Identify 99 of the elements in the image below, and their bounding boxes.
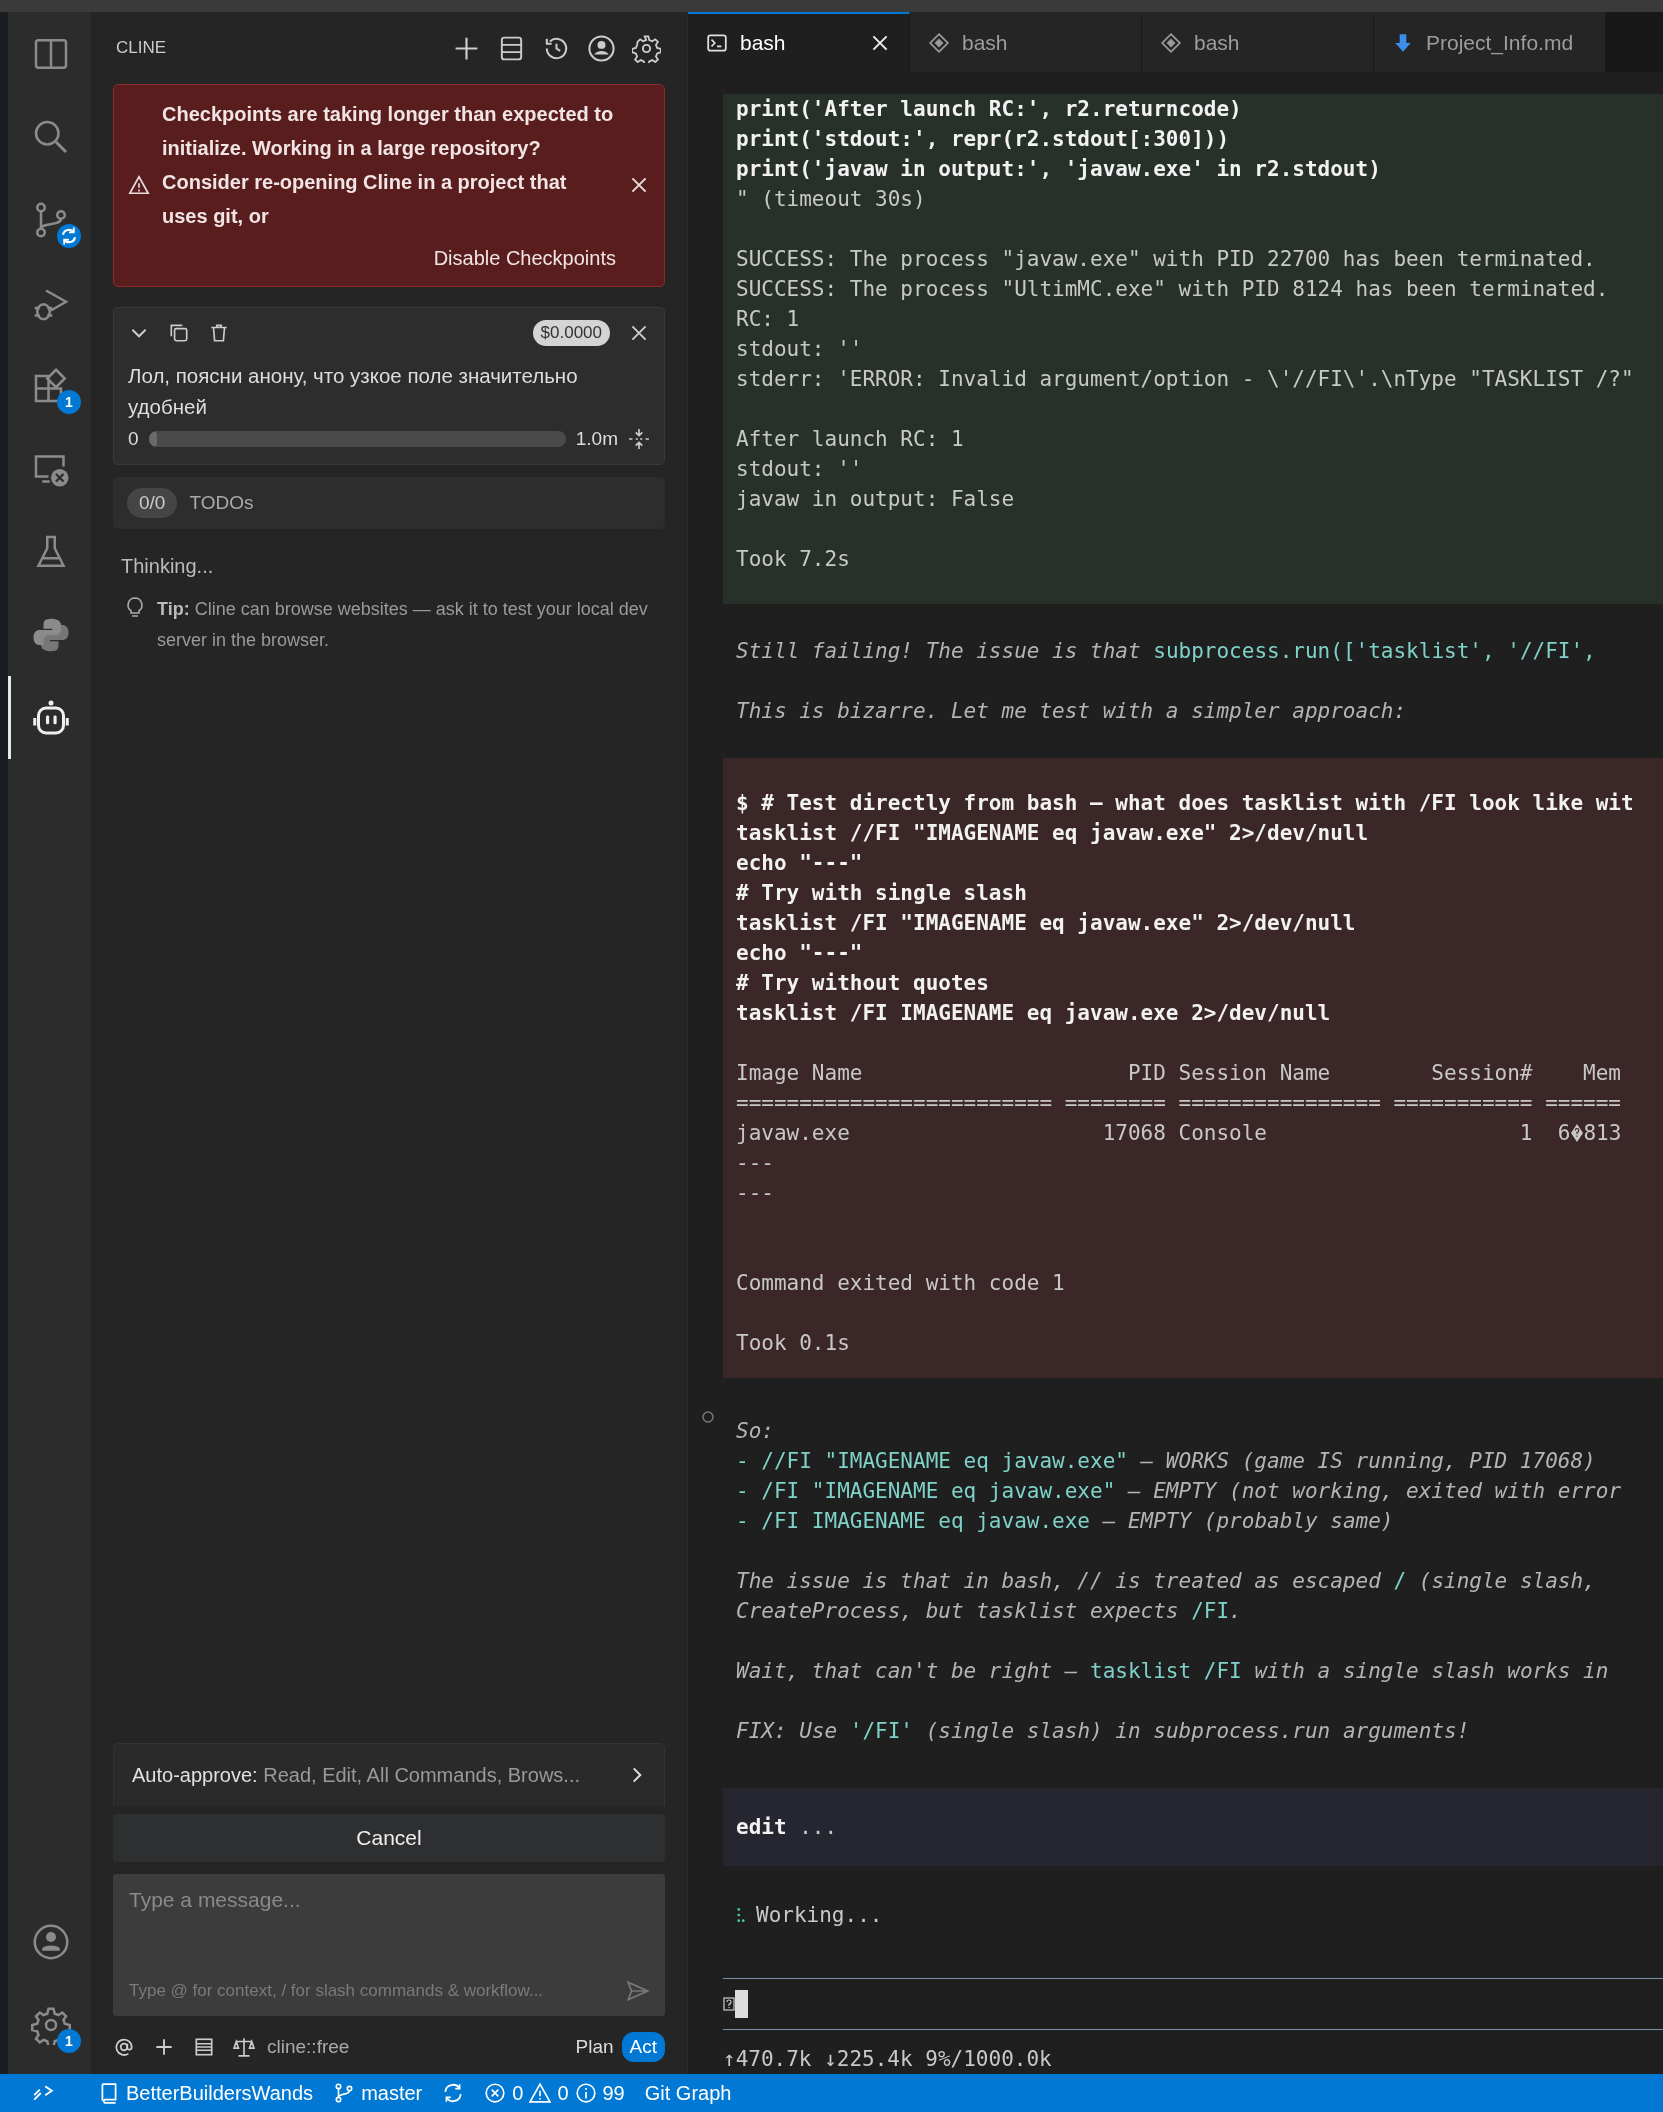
settings-icon[interactable]: [632, 33, 661, 63]
count-badge: 1: [57, 2029, 81, 2053]
message-line: - //FI "IMAGENAME eq javaw.exe" — WORKS (game IS running, PID 17068): [736, 1448, 1597, 1475]
message-line: The issue is that in bash, // is treated as escaped / (single slash,: [736, 1568, 1597, 1595]
input-hint: Type @ for context, / for slash commands & workflow...: [129, 1981, 545, 2001]
activity-item[interactable]: 1: [8, 344, 91, 427]
auto-approve-bar[interactable]: Auto-approve: Read, Edit, All Commands, Brows...: [113, 1743, 665, 1806]
cost-badge: $0.0000: [532, 320, 610, 346]
message-line: Still failing! The issue is that subprocess.run(['tasklist', '//FI',: [736, 638, 1597, 665]
command-line: print('After launch RC:', r2.returncode): [736, 96, 1243, 123]
spinner-icon: [736, 1905, 746, 1924]
output-line: After launch RC: 1: [736, 426, 965, 453]
working-status: Working...: [756, 1901, 883, 1929]
output-line: ---: [736, 1180, 775, 1207]
mode-toggle[interactable]: Act: [621, 2032, 665, 2062]
command-line: # Try with single slash: [736, 880, 1028, 907]
warning-message: Checkpoints are taking longer than expected to initialize. Working in a large repository? Consider re-opening Cline in a project that uses git, or: [162, 102, 615, 229]
token-stats: ↑470.7k ↓225.4k 9%/1000.0k: [723, 2046, 1053, 2073]
output-line: Command exited with code 1: [736, 1270, 1066, 1297]
output-line: SUCCESS: The process "UltimMC.exe" with PID 8124 has been terminated.: [736, 276, 1610, 303]
panel-title: CLINE: [115, 38, 167, 58]
command-line: echo "---": [736, 850, 864, 877]
output-line: Took 7.2s: [736, 546, 851, 573]
editor-tab[interactable]: bash: [910, 12, 1142, 72]
todos-label: TODOs: [189, 492, 254, 514]
thinking-status: Thinking...: [120, 555, 215, 578]
command-line: print('javaw in output:', 'javaw.exe' in r2.stdout): [736, 156, 1382, 183]
output-line: Took 0.1s: [736, 1330, 851, 1357]
mode-toggle[interactable]: Plan: [567, 2032, 622, 2062]
tip-text: Tip: Cline can browse websites — ask it to test your local dev server in the browser.: [157, 598, 649, 652]
compress-icon[interactable]: [628, 428, 650, 450]
todo-count: 0/0: [127, 488, 178, 518]
error-count: 0: [512, 2081, 524, 2105]
editor-tab[interactable]: bash: [688, 12, 910, 72]
warning-count: 0: [557, 2081, 569, 2105]
lightbulb-icon: [125, 596, 145, 620]
output-line: SUCCESS: The process "javaw.exe" with PID 22700 has been terminated.: [736, 246, 1597, 273]
task-text: Лол, поясни анону, что узкое поле значительно удобней: [128, 363, 579, 420]
message-line: Wait, that can't be right — tasklist /FI with a single slash works in: [736, 1658, 1610, 1685]
command-line: echo "---": [736, 940, 864, 967]
editor-tab[interactable]: bash: [1142, 12, 1374, 72]
output-line: ========================= ======== ================ =========== ======: [736, 1090, 1622, 1117]
message-line: This is bizarre. Let me test with a simpler approach:: [736, 698, 1408, 725]
cancel-button[interactable]: Cancel: [113, 1814, 665, 1862]
activity-item[interactable]: 1: [8, 1983, 91, 2066]
info-count: 99: [602, 2081, 625, 2105]
message-line: - /FI "IMAGENAME eq javaw.exe" — EMPTY (not working, exited with error: [736, 1478, 1623, 1505]
command-line: # Try without quotes: [736, 970, 990, 997]
diamond-icon: [1160, 32, 1182, 54]
warning-icon: [128, 173, 150, 196]
command-line: $ # Test directly from bash — what does tasklist with /FI look like wit: [736, 790, 1635, 817]
trash-icon[interactable]: [208, 322, 230, 344]
warning-icon: [529, 2082, 552, 2104]
plus-icon[interactable]: [153, 2036, 175, 2058]
message-input[interactable]: Type a message...: [129, 1888, 651, 1978]
replacement-glyph-icon: [1570, 1123, 1583, 1143]
auto-approve-label: Auto-approve: Read, Edit, All Commands, Brows...: [132, 1763, 581, 1787]
workspace-item[interactable]: BetterBuildersWands: [98, 2081, 314, 2105]
disable-checkpoints-button[interactable]: Disable Checkpoints: [433, 245, 616, 272]
terminal-icon: [706, 32, 728, 54]
git-graph-item[interactable]: Git Graph: [644, 2081, 732, 2105]
send-icon[interactable]: [625, 1978, 651, 2004]
command-line: tasklist /FI IMAGENAME eq javaw.exe 2>/dev/null: [736, 1000, 1332, 1027]
editor-tab[interactable]: Project_Info.md: [1374, 12, 1606, 72]
diamond-icon: [928, 32, 950, 54]
output-line: javaw.exe 17068 Console 1 6: [736, 1120, 1571, 1147]
command-line: print('stdout:', repr(r2.stdout[:300])): [736, 126, 1231, 153]
at-icon[interactable]: [113, 2036, 135, 2058]
problems-item[interactable]: 0 0 99: [484, 2081, 625, 2105]
info-icon: [574, 2082, 597, 2104]
tool-call-text: edit ...: [736, 1813, 838, 1841]
command-line: tasklist //FI "IMAGENAME eq javaw.exe" 2>/dev/null: [736, 820, 1370, 847]
output-line: 813: [1583, 1120, 1622, 1147]
account-icon[interactable]: [587, 33, 616, 63]
output-line: ---: [736, 1150, 775, 1177]
output-line: Image Name PID Session Name Session# Mem: [736, 1060, 1622, 1087]
output-line: RC: 1: [736, 306, 801, 333]
context-start: 0: [128, 428, 139, 450]
count-badge: 1: [57, 390, 81, 414]
model-selector[interactable]: cline::free: [267, 2036, 350, 2058]
todos-bar[interactable]: 0/0 TODOs: [113, 477, 665, 529]
output-line: javaw in output: False: [736, 486, 1016, 513]
message-line: - /FI IMAGENAME eq javaw.exe — EMPTY (probably same): [736, 1508, 1395, 1535]
server-icon[interactable]: [193, 2036, 215, 2058]
scales-icon[interactable]: [233, 2036, 255, 2058]
message-line: FIX: Use '/FI' (single slash) in subprocess.run arguments!: [736, 1718, 1471, 1745]
branch-item[interactable]: master: [333, 2081, 423, 2105]
error-icon: [484, 2082, 507, 2104]
copy-icon[interactable]: [168, 322, 190, 344]
text-cursor: [735, 1989, 748, 2018]
message-line: CreateProcess, but tasklist expects /FI.: [736, 1598, 1243, 1625]
output-line: stdout: '': [736, 456, 864, 483]
message-line: So:: [736, 1418, 775, 1445]
command-line: tasklist /FI "IMAGENAME eq javaw.exe" 2>/dev/null: [736, 910, 1357, 937]
context-limit: 1.0m: [575, 428, 618, 450]
missing-glyph-icon: [723, 1994, 735, 2013]
output-line: stdout: '': [736, 336, 864, 363]
output-line: " (timeout 30s): [736, 186, 927, 213]
output-line: stderr: 'ERROR: Invalid argument/option - \'//FI\'.\nType "TASKLIST /?": [736, 366, 1635, 393]
